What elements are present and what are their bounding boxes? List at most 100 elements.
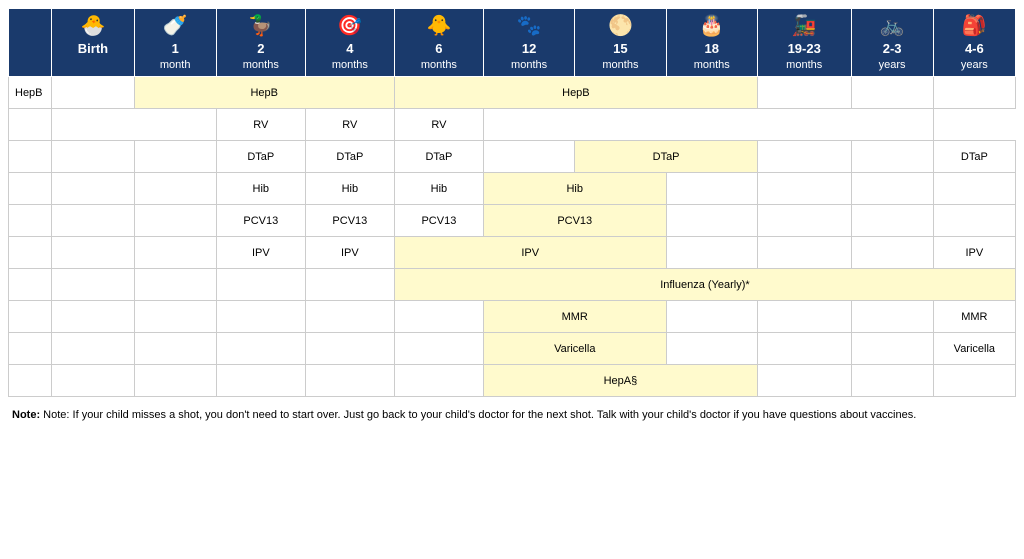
- var-mid-empty-2: [851, 333, 933, 365]
- header-col-23y: 🚲 2-3 years: [851, 9, 933, 77]
- vaccine-row-varicella: VaricellaVaricella: [9, 333, 1016, 365]
- col-icon-2m: 🦆: [220, 13, 302, 39]
- col-sub-15m: months: [602, 59, 638, 71]
- pcv-empty-1: [134, 205, 216, 237]
- hepa-empty-4: [394, 365, 483, 397]
- mmr-mid-empty-2: [851, 301, 933, 333]
- vaccine-row-hib: HibHibHibHib: [9, 173, 1016, 205]
- dtap-2m: DTaP: [216, 141, 305, 173]
- vaccine-row-dtap: DTaPDTaPDTaPDTaPDTaP: [9, 141, 1016, 173]
- col-icon-12m: 🐾: [487, 13, 571, 39]
- header-col-2m: 🦆 2 months: [216, 9, 305, 77]
- var-empty-2: [216, 333, 305, 365]
- dtap-12m: [483, 141, 574, 173]
- ipv-1923m: [757, 237, 851, 269]
- hib-trailing-1: [757, 173, 851, 205]
- dtap-46y: DTaP: [933, 141, 1015, 173]
- rv-cell-3: RV: [394, 109, 483, 141]
- header-col-6m: 🐥 6 months: [394, 9, 483, 77]
- ipv-23y: [851, 237, 933, 269]
- col-main-15m: 15: [613, 41, 627, 56]
- col-main-birth: Birth: [78, 41, 108, 56]
- col-sub-2m: months: [243, 59, 279, 71]
- flu-6m-46y: Influenza (Yearly)*: [394, 269, 1015, 301]
- dtap-6m: DTaP: [394, 141, 483, 173]
- rv-cell-4: [483, 109, 933, 141]
- hepb-6m-18m: HepB: [394, 77, 757, 109]
- hepb-46y: [933, 77, 1015, 109]
- dtap-23y: [851, 141, 933, 173]
- hib-trailing-0: [666, 173, 757, 205]
- header-col-birth: 🐣 Birth: [52, 9, 134, 77]
- hib-2m: Hib: [216, 173, 305, 205]
- mmr-12m-15m: MMR: [483, 301, 666, 333]
- header-col-4m: 🎯 4 months: [305, 9, 394, 77]
- vaccine-row-ipv: IPVIPVIPVIPV: [9, 237, 1016, 269]
- col-icon-23y: 🚲: [855, 13, 930, 39]
- hepa-trailing-1: [933, 365, 1015, 397]
- dtap-15m-18m: DTaP: [575, 141, 758, 173]
- col-icon-6m: 🐥: [398, 13, 480, 39]
- col-sub-6m: months: [421, 59, 457, 71]
- pcv-trailing-2: [851, 205, 933, 237]
- header-col-1923m: 🚂 19-23 months: [757, 9, 851, 77]
- hib-empty-1: [134, 173, 216, 205]
- rv-cell-1: RV: [216, 109, 305, 141]
- hepa-1923m: [757, 365, 851, 397]
- hepa-empty-2: [216, 365, 305, 397]
- vaccine-row-hepa: HepA§: [9, 365, 1016, 397]
- header-row: 🐣 Birth 🍼 1 month 🦆 2 months 🎯 4 months …: [9, 9, 1016, 77]
- header-col-46y: 🎒 4-6 years: [933, 9, 1015, 77]
- mmr-mid-empty-1: [757, 301, 851, 333]
- col-sub-46y: years: [961, 59, 988, 71]
- hepa-trailing-0: [851, 365, 933, 397]
- vaccine-row-pcv13: PCV13PCV13PCV13PCV13: [9, 205, 1016, 237]
- col-sub-12m: months: [511, 59, 547, 71]
- hib-empty-0: [52, 173, 134, 205]
- var-empty-1: [134, 333, 216, 365]
- hepb-23y: [851, 77, 933, 109]
- col-icon-1m: 🍼: [138, 13, 213, 39]
- hepb-1923m: [757, 77, 851, 109]
- col-main-2m: 2: [257, 41, 264, 56]
- vaccine-row-rv: RVRVRV: [9, 109, 1016, 141]
- row-label-mmr: [9, 301, 52, 333]
- pcv-12m-15m: PCV13: [483, 205, 666, 237]
- mmr-46y: MMR: [933, 301, 1015, 333]
- hib-trailing-2: [851, 173, 933, 205]
- col-sub-18m: months: [694, 59, 730, 71]
- col-icon-birth: 🐣: [55, 13, 130, 39]
- row-label-rv: [9, 109, 52, 141]
- header-col-12m: 🐾 12 months: [483, 9, 574, 77]
- mmr-empty-4: [394, 301, 483, 333]
- var-empty-3: [305, 333, 394, 365]
- flu-empty-2: [216, 269, 305, 301]
- col-sub-4m: months: [332, 59, 368, 71]
- hepb-1m-4m: HepB: [134, 77, 394, 109]
- pcv-trailing-0: [666, 205, 757, 237]
- hepa-empty-1: [134, 365, 216, 397]
- ipv-18m: [666, 237, 757, 269]
- col-icon-46y: 🎒: [937, 13, 1012, 39]
- col-icon-15m: 🌕: [578, 13, 662, 39]
- hib-6m: Hib: [394, 173, 483, 205]
- mmr-empty-2: [216, 301, 305, 333]
- ipv-6m-15m: IPV: [394, 237, 666, 269]
- note-text: Note: If your child misses a shot, you d…: [43, 409, 916, 421]
- dtap-empty-1: [134, 141, 216, 173]
- dtap-4m: DTaP: [305, 141, 394, 173]
- pcv-4m: PCV13: [305, 205, 394, 237]
- footnote: Note: Note: If your child misses a shot,…: [8, 405, 1016, 425]
- row-label-varicella: [9, 333, 52, 365]
- col-icon-1923m: 🚂: [761, 13, 848, 39]
- mmr-empty-1: [134, 301, 216, 333]
- row-label-influenza: [9, 269, 52, 301]
- header-col-18m: 🎂 18 months: [666, 9, 757, 77]
- var-empty-4: [394, 333, 483, 365]
- col-main-1m: 1: [172, 41, 179, 56]
- flu-empty-3: [305, 269, 394, 301]
- col-main-12m: 12: [522, 41, 536, 56]
- hib-trailing-3: [933, 173, 1015, 205]
- pcv-2m: PCV13: [216, 205, 305, 237]
- var-12m-15m: Varicella: [483, 333, 666, 365]
